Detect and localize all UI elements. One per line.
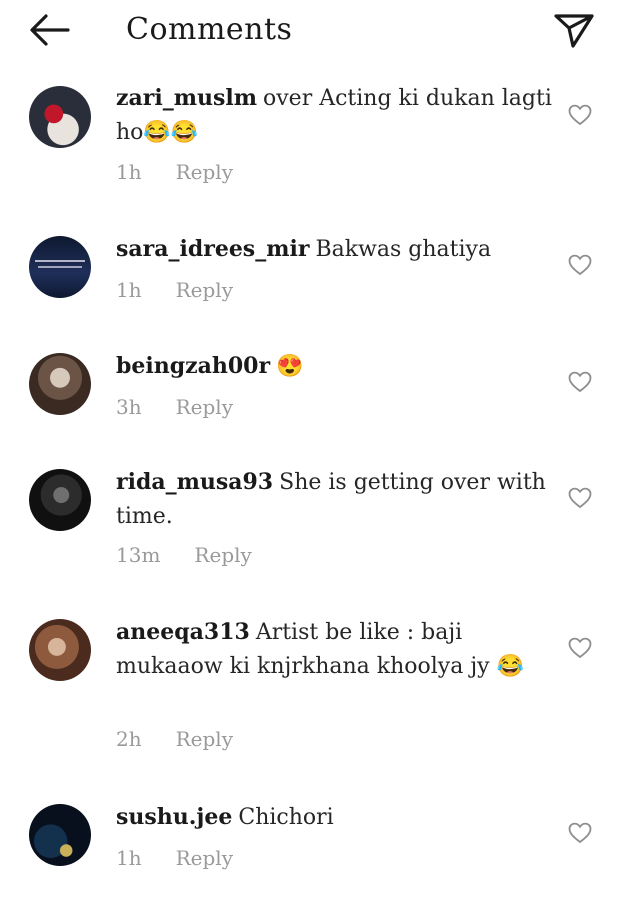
comment-meta: 1h Reply bbox=[116, 160, 233, 184]
comment-meta: 3h Reply bbox=[116, 395, 233, 419]
comment-username[interactable]: rida_musa93 bbox=[116, 469, 273, 495]
comment-time: 1h bbox=[116, 278, 142, 302]
comment-username[interactable]: sushu.jee bbox=[116, 804, 232, 830]
comments-header: Comments bbox=[0, 0, 630, 66]
comment-time: 13m bbox=[116, 543, 161, 567]
reply-button[interactable]: Reply bbox=[194, 543, 251, 567]
arrow-left-icon bbox=[30, 14, 70, 46]
reply-button[interactable]: Reply bbox=[176, 278, 233, 302]
heart-icon[interactable] bbox=[568, 487, 592, 509]
heart-icon[interactable] bbox=[568, 637, 592, 659]
avatar[interactable] bbox=[29, 469, 91, 531]
avatar[interactable] bbox=[29, 86, 91, 148]
comment-text: Chichori bbox=[238, 805, 334, 830]
comment-meta: 1h Reply bbox=[116, 846, 233, 870]
reply-button[interactable]: Reply bbox=[176, 395, 233, 419]
reply-button[interactable]: Reply bbox=[176, 727, 233, 751]
comment-username[interactable]: beingzah00r bbox=[116, 353, 270, 379]
comment-meta: 13m Reply bbox=[116, 543, 252, 567]
page-title: Comments bbox=[126, 12, 293, 47]
avatar[interactable] bbox=[29, 353, 91, 415]
share-button[interactable] bbox=[552, 10, 596, 50]
heart-icon[interactable] bbox=[568, 104, 592, 126]
avatar[interactable] bbox=[29, 804, 91, 866]
comment-meta: 2h Reply bbox=[116, 727, 233, 751]
comment-text: 😍 bbox=[276, 354, 304, 379]
comment-time: 1h bbox=[116, 160, 142, 184]
heart-icon[interactable] bbox=[568, 254, 592, 276]
comment-time: 2h bbox=[116, 727, 142, 751]
comment-meta: 1h Reply bbox=[116, 278, 233, 302]
reply-button[interactable]: Reply bbox=[176, 846, 233, 870]
comment-text: Bakwas ghatiya bbox=[315, 237, 492, 262]
comment-username[interactable]: sara_idrees_mir bbox=[116, 236, 309, 262]
back-button[interactable] bbox=[26, 10, 72, 50]
comment-time: 1h bbox=[116, 846, 142, 870]
reply-button[interactable]: Reply bbox=[176, 160, 233, 184]
heart-icon[interactable] bbox=[568, 822, 592, 844]
comment-time: 3h bbox=[116, 395, 142, 419]
avatar[interactable] bbox=[29, 236, 91, 298]
heart-icon[interactable] bbox=[568, 371, 592, 393]
paper-plane-icon bbox=[554, 14, 594, 48]
comment-username[interactable]: aneeqa313 bbox=[116, 619, 250, 645]
comment-username[interactable]: zari_muslm bbox=[116, 85, 257, 111]
avatar[interactable] bbox=[29, 619, 91, 681]
